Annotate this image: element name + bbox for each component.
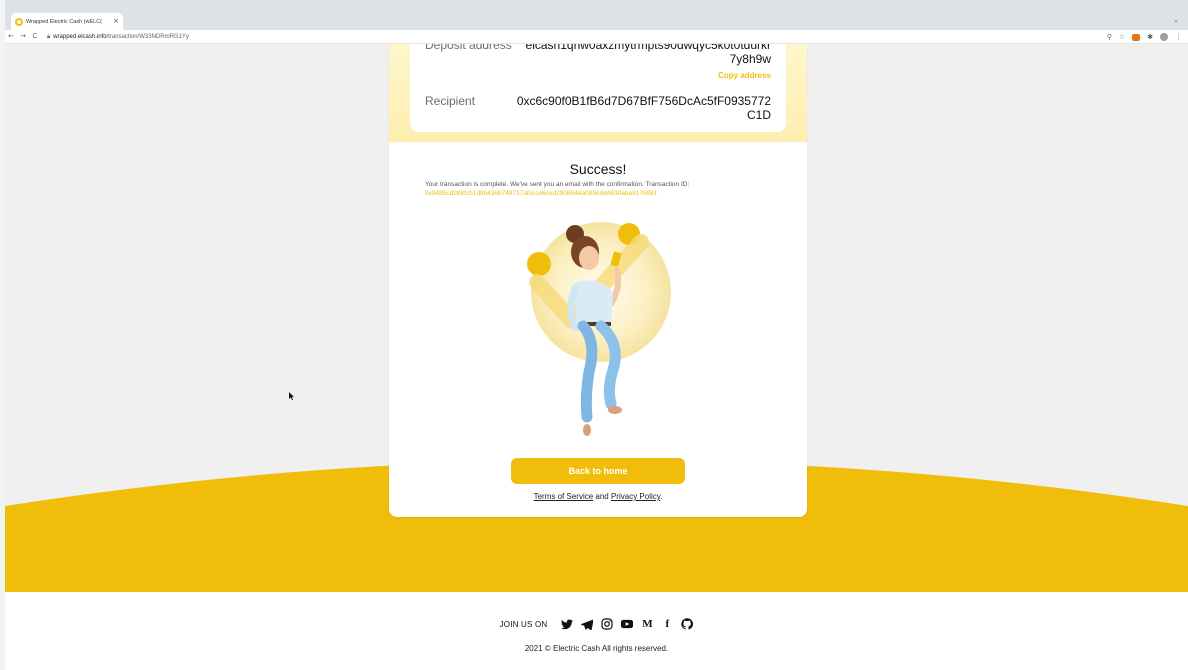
deposit-address-line-2: 7y8h9w (729, 52, 771, 66)
legal-period: . (660, 492, 663, 501)
transaction-details: Deposit address elcash1qhw0axzmytrmpts90… (410, 44, 786, 132)
recipient-label: Recipient (425, 94, 476, 108)
back-to-home-button[interactable]: Back to home (511, 458, 685, 484)
deposit-address-line-1: elcash1qhw0axzmytrmpts90dwqyc5k0t0tdurkr (525, 44, 771, 52)
legal-and-text: and (593, 492, 611, 501)
page-viewport: JOIN US ON M f 2021 © Electric Cash All … (5, 44, 1188, 670)
footer: JOIN US ON M f 2021 © Electric Cash All … (5, 592, 1188, 670)
metamask-icon[interactable] (1132, 33, 1141, 41)
transaction-card: Deposit address elcash1qhw0axzmytrmpts90… (389, 44, 807, 517)
close-tab-icon[interactable]: × (113, 18, 119, 25)
terms-of-service-link[interactable]: Terms of Service (534, 492, 594, 501)
card-header: Deposit address elcash1qhw0axzmytrmpts90… (389, 44, 807, 142)
facebook-icon[interactable]: f (661, 618, 673, 630)
privacy-policy-link[interactable]: Privacy Policy (611, 492, 660, 501)
address-bar[interactable]: 🔒︎ wrapped.elcash.info/transaction/W33ND… (47, 31, 189, 42)
forward-icon[interactable]: → (17, 33, 29, 40)
github-icon[interactable] (681, 618, 694, 630)
browser-tab[interactable]: Wrapped Electric Cash (wELC( × (11, 13, 123, 30)
toolbar-actions: ⚲ ☆ ✱ ⋮ (1107, 32, 1182, 42)
transaction-id: 0x9485cd288fcb1d9b436b748717afccce6ced29… (425, 190, 658, 197)
url-path: /transaction/W33NDRmRG1Yy (106, 33, 189, 40)
success-title: Success! (569, 161, 627, 177)
lock-icon: 🔒︎ (47, 32, 51, 40)
tab-search-chevron-icon[interactable]: ⌄ (1173, 16, 1179, 24)
recipient-line-2: C1D (746, 108, 771, 122)
social-links: JOIN US ON M f (5, 618, 1188, 630)
deposit-address-value: elcash1qhw0axzmytrmpts90dwqyc5k0t0tdurkr… (516, 44, 771, 66)
browser-window: Wrapped Electric Cash (wELC( × ⌄ ← → C 🔒… (0, 0, 1188, 670)
recipient-value: 0xc6c90f0B1fB6d7D67BfF756DcAc5fF0935772 … (516, 94, 771, 122)
star-icon[interactable]: ☆ (1119, 32, 1125, 42)
copyright-text: 2021 © Electric Cash All rights reserved… (524, 644, 669, 653)
legal-links: Terms of Service and Privacy Policy. (389, 492, 807, 501)
telegram-icon[interactable] (581, 618, 594, 630)
menu-icon[interactable]: ⋮ (1175, 32, 1182, 42)
deposit-address-label: Deposit address (425, 44, 512, 52)
profile-icon[interactable] (1160, 33, 1168, 41)
favicon-icon (15, 17, 23, 26)
mouse-cursor-icon (289, 392, 294, 400)
tab-strip: Wrapped Electric Cash (wELC( × ⌄ (5, 0, 1188, 30)
zoom-icon[interactable]: ⚲ (1107, 32, 1112, 42)
medium-icon[interactable]: M (641, 618, 653, 630)
back-icon[interactable]: ← (5, 33, 17, 40)
extensions-icon[interactable]: ✱ (1147, 33, 1153, 41)
url-text: wrapped.elcash.info/transaction/W33NDRmR… (53, 34, 189, 40)
join-us-label: JOIN US ON (499, 619, 548, 629)
success-message: Your transaction is complete. We've sent… (425, 181, 690, 188)
copy-address-link[interactable]: Copy address (718, 71, 771, 80)
yellow-dot-left (527, 252, 551, 276)
tab-title: Wrapped Electric Cash (wELC( (26, 18, 103, 25)
url-domain: wrapped.elcash.info (53, 33, 107, 40)
browser-toolbar: ← → C 🔒︎ wrapped.elcash.info/transaction… (5, 30, 1188, 44)
recipient-line-1: 0xc6c90f0B1fB6d7D67BfF756DcAc5fF0935772 (516, 94, 771, 108)
youtube-icon[interactable] (621, 618, 634, 630)
twitter-icon[interactable] (561, 618, 574, 630)
success-illustration (527, 222, 671, 436)
reload-icon[interactable]: C (29, 33, 41, 40)
instagram-icon[interactable] (601, 618, 613, 630)
